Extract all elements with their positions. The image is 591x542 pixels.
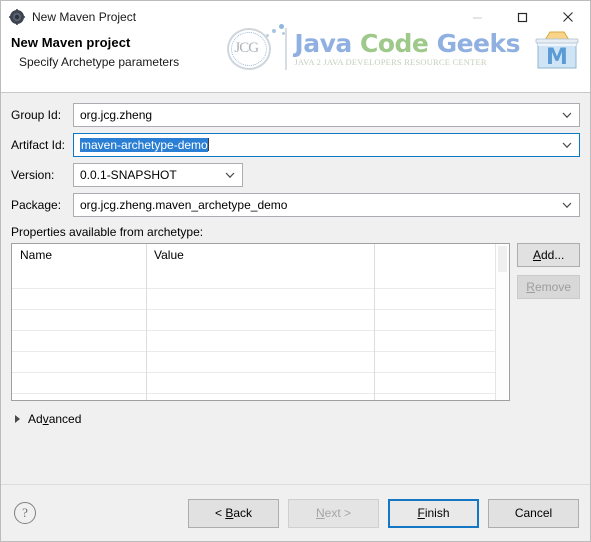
chevron-right-icon [15, 415, 20, 423]
add-button-mnemonic: A [532, 248, 541, 262]
brand-word-java: Java [294, 29, 352, 59]
artifact-id-combo[interactable]: maven-archetype-demo [73, 133, 580, 157]
branding-logo: JCG Java Code Geeks JAVA 2 JAVA DEVELOPE… [221, 5, 590, 93]
table-row[interactable] [12, 352, 496, 373]
next-button[interactable]: Next > [288, 498, 379, 528]
brand-tagline: JAVA 2 JAVA DEVELOPERS RESOURCE CENTER [294, 57, 487, 68]
table-row[interactable] [12, 373, 496, 394]
advanced-mnemonic: v [42, 412, 49, 426]
text-caret [207, 138, 209, 151]
wizard-header: New Maven project Specify Archetype para… [1, 24, 590, 93]
maven-box-icon: M [532, 26, 582, 72]
window-title: New Maven Project [32, 10, 137, 24]
package-value: org.jcg.zheng.maven_archetype_demo [80, 198, 288, 212]
remove-property-button[interactable]: Remove [517, 275, 580, 299]
back-button-label: < Back [214, 506, 253, 520]
finish-button-label: Finish [417, 506, 450, 520]
chevron-down-icon[interactable] [562, 138, 572, 152]
group-id-combo[interactable]: org.jcg.zheng [73, 103, 580, 127]
properties-actions: Add... Remove [517, 243, 580, 307]
logo-divider [285, 28, 288, 70]
chevron-down-icon[interactable] [225, 168, 235, 182]
table-row[interactable] [12, 310, 496, 331]
properties-table[interactable]: Name Value [11, 243, 511, 401]
field-row-group-id: Group Id: org.jcg.zheng [11, 103, 580, 127]
brand-word-code: Code [359, 29, 429, 59]
cancel-button[interactable]: Cancel [488, 498, 579, 528]
maven-gear-icon [9, 9, 25, 25]
artifact-id-value-wrap: maven-archetype-demo [74, 138, 209, 152]
chevron-down-icon[interactable] [562, 198, 572, 212]
maven-icon-letter: M [546, 45, 568, 70]
question-mark-icon[interactable]: ? [14, 502, 36, 524]
package-combo[interactable]: org.jcg.zheng.maven_archetype_demo [73, 193, 580, 217]
version-combo[interactable]: 0.0.1-SNAPSHOT [73, 163, 243, 187]
finish-button[interactable]: Finish [388, 498, 479, 528]
table-header-row: Name Value [12, 244, 496, 268]
back-button[interactable]: < Back [188, 498, 279, 528]
field-row-artifact-id: Artifact Id: maven-archetype-demo [11, 133, 580, 157]
footer-buttons: < Back Next > Finish Cancel [188, 498, 579, 528]
artifact-id-label: Artifact Id: [11, 138, 66, 152]
package-label: Package: [11, 198, 62, 212]
chevron-down-icon[interactable] [562, 108, 572, 122]
version-label: Version: [11, 168, 55, 182]
new-maven-project-dialog: New Maven Project New Maven project Spec… [0, 0, 591, 542]
column-header-name[interactable]: Name [12, 244, 146, 268]
artifact-id-value: maven-archetype-demo [80, 138, 208, 152]
remove-button-mnemonic: R [526, 280, 535, 294]
table-columns: Name Value [12, 244, 496, 400]
group-id-label: Group Id: [11, 108, 62, 122]
column-header-value[interactable]: Value [146, 244, 374, 268]
next-button-label: Next > [315, 506, 352, 520]
add-property-button[interactable]: Add... [517, 243, 580, 267]
version-value: 0.0.1-SNAPSHOT [80, 168, 177, 182]
table-row[interactable] [12, 268, 496, 289]
table-row[interactable] [12, 289, 496, 310]
jcg-circle-icon: JCG [221, 20, 286, 78]
field-row-package: Package: org.jcg.zheng.maven_archetype_d… [11, 193, 580, 217]
wizard-body: Group Id: org.jcg.zheng Artifact Id: mav… [1, 93, 590, 484]
field-row-version: Version: 0.0.1-SNAPSHOT [11, 163, 580, 187]
advanced-label: Advanced [28, 412, 82, 426]
jcg-mark-letters: JCG [234, 40, 259, 56]
table-vertical-scrollbar[interactable] [495, 244, 510, 400]
properties-table-area: Name Value A dd... R emove [11, 243, 580, 401]
remove-button-label: emove [534, 280, 571, 294]
properties-label: Properties available from archetype: [11, 225, 204, 239]
group-id-value: org.jcg.zheng [80, 108, 153, 122]
dialog-footer: ? < Back Next > Finish Cancel [1, 484, 590, 541]
add-button-label: dd... [540, 248, 565, 262]
jcg-wordmark: Java Code Geeks JAVA 2 JAVA DEVELOPERS R… [294, 31, 520, 67]
scrollbar-thumb[interactable] [498, 246, 508, 272]
brand-word-geeks: Geeks [436, 29, 521, 59]
table-row[interactable] [12, 331, 496, 352]
advanced-section-toggle[interactable]: Advanced [11, 412, 580, 426]
column-header-extra[interactable] [374, 244, 495, 268]
table-body [12, 268, 496, 400]
